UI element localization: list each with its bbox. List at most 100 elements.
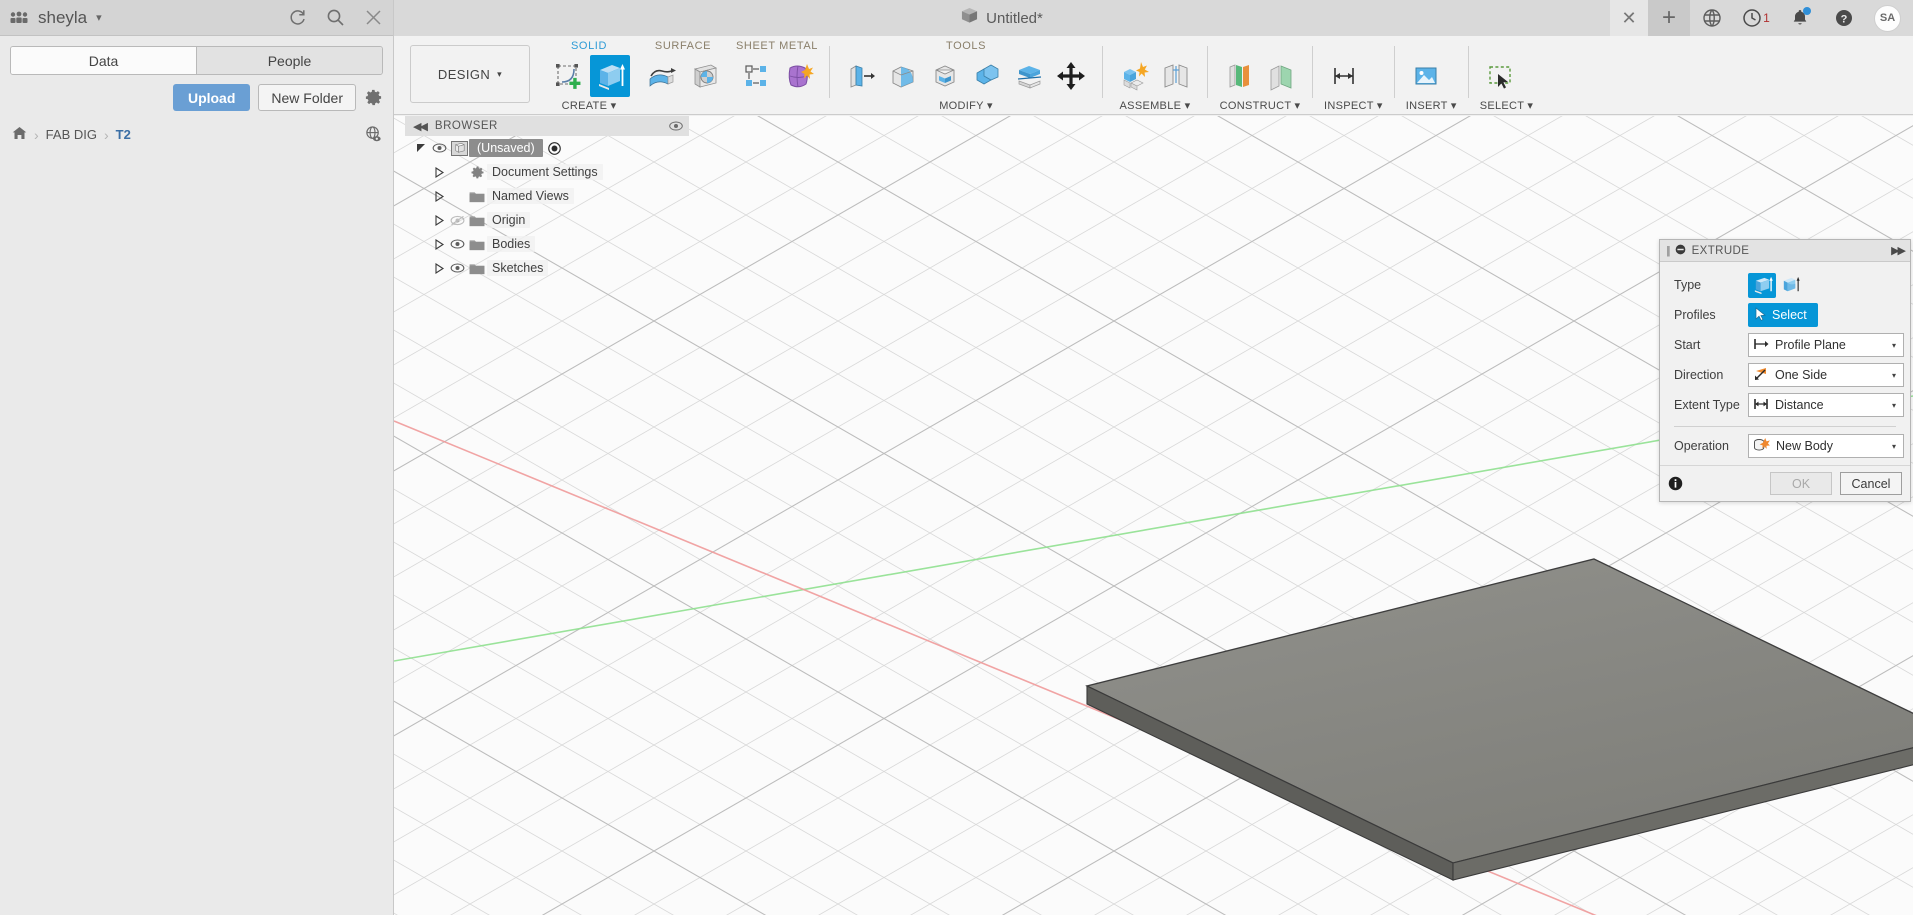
tree-item-document-settings[interactable]: Document Settings [405, 160, 695, 184]
expand-arrow-icon[interactable] [413, 143, 429, 154]
double-chevron-right-icon[interactable]: ▶▶ [1891, 244, 1904, 257]
close-icon[interactable] [363, 8, 383, 28]
plane-angle-icon[interactable] [1261, 55, 1301, 97]
visibility-eye-icon[interactable] [447, 239, 467, 249]
tree-label-origin[interactable]: Origin [487, 212, 530, 228]
create-sketch-icon[interactable] [548, 55, 588, 97]
close-tab-button[interactable]: ✕ [1610, 0, 1648, 36]
move-copy-icon[interactable] [1051, 55, 1091, 97]
insert-image-icon[interactable] [1406, 55, 1446, 97]
visibility-eye-off-icon[interactable] [447, 215, 467, 226]
assemble-dropdown-label[interactable]: ASSEMBLE ▾ [1114, 98, 1196, 114]
ribbon-tab-solid[interactable]: SOLID [548, 38, 630, 54]
breadcrumb-item-t2[interactable]: T2 [116, 127, 131, 142]
refresh-icon[interactable] [287, 8, 307, 28]
document-tab[interactable]: Untitled* [394, 0, 1610, 36]
new-folder-button[interactable]: New Folder [258, 84, 356, 111]
chevron-down-icon[interactable]: ▾ [1892, 371, 1899, 380]
operation-dropdown[interactable]: New Body ▾ [1748, 434, 1904, 458]
inspect-dropdown-label[interactable]: INSPECT ▾ [1324, 98, 1383, 114]
notifications-icon[interactable] [1778, 0, 1822, 36]
tree-item-bodies[interactable]: Bodies [405, 232, 695, 256]
sweep-icon[interactable] [684, 55, 724, 97]
combine-icon[interactable] [967, 55, 1007, 97]
chevron-down-icon[interactable]: ▾ [96, 11, 102, 24]
breadcrumb-item-fab-dig[interactable]: FAB DIG [46, 127, 97, 142]
chevron-down-icon[interactable]: ▾ [1892, 341, 1899, 350]
press-pull-icon[interactable] [841, 55, 881, 97]
ribbon-tab-tools[interactable]: TOOLS [841, 38, 1091, 54]
user-name[interactable]: sheyla [38, 8, 87, 28]
visibility-eye-icon[interactable] [429, 143, 449, 153]
double-chevron-left-icon[interactable]: ◀◀ [413, 120, 426, 133]
globe-eye-icon[interactable] [364, 125, 383, 144]
tab-people[interactable]: People [197, 47, 382, 74]
create-dropdown-label[interactable]: CREATE ▾ [548, 98, 630, 114]
split-body-icon[interactable] [1009, 55, 1049, 97]
extrude-dialog-header[interactable]: ||| EXTRUDE ▶▶ [1660, 240, 1910, 262]
direction-dropdown[interactable]: One Side ▾ [1748, 363, 1904, 387]
tab-data[interactable]: Data [11, 47, 197, 74]
help-icon[interactable]: ? [1822, 0, 1866, 36]
modify-dropdown-label[interactable]: MODIFY ▾ [841, 98, 1091, 114]
pattern-icon[interactable] [736, 55, 776, 97]
shell-icon[interactable] [925, 55, 965, 97]
tree-label-sketches[interactable]: Sketches [487, 260, 548, 276]
collapsed-arrow-icon[interactable] [431, 239, 447, 250]
extent-type-dropdown[interactable]: Distance ▾ [1748, 393, 1904, 417]
tree-label-bodies[interactable]: Bodies [487, 236, 535, 252]
collapsed-arrow-icon[interactable] [431, 191, 447, 202]
joint-icon[interactable] [1156, 55, 1196, 97]
measure-icon[interactable] [1324, 55, 1364, 97]
tree-label-named-views[interactable]: Named Views [487, 188, 574, 204]
tree-item-unsaved[interactable]: (Unsaved) [405, 136, 695, 160]
start-dropdown[interactable]: Profile Plane ▾ [1748, 333, 1904, 357]
select-dropdown-label[interactable]: SELECT ▾ [1480, 98, 1534, 114]
extrude-icon[interactable] [590, 55, 630, 97]
home-icon[interactable] [12, 126, 27, 143]
avatar[interactable]: SA [1874, 5, 1901, 32]
construct-dropdown-label[interactable]: CONSTRUCT ▾ [1219, 98, 1301, 114]
new-component-icon[interactable] [1114, 55, 1154, 97]
upload-button[interactable]: Upload [173, 84, 250, 111]
extrude-label-extent-type: Extent Type [1666, 398, 1748, 412]
tree-item-named-views[interactable]: Named Views [405, 184, 695, 208]
ribbon-tab-surface[interactable]: SURFACE [642, 38, 724, 54]
chevron-down-icon[interactable]: ▾ [1892, 442, 1899, 451]
insert-dropdown-label[interactable]: INSERT ▾ [1406, 98, 1457, 114]
ribbon-tab-sheet-metal[interactable]: SHEET METAL [736, 38, 818, 54]
workspace-switcher[interactable]: DESIGN ▾ [410, 45, 530, 103]
tree-item-sketches[interactable]: Sketches [405, 256, 695, 280]
chevron-down-icon[interactable]: ▾ [1892, 401, 1899, 410]
fillet-icon[interactable] [883, 55, 923, 97]
offset-plane-icon[interactable] [1219, 55, 1259, 97]
form-icon[interactable] [778, 55, 818, 97]
extrude-taper-type-icon[interactable] [1776, 273, 1804, 298]
sheet-metal-group-label [736, 98, 818, 114]
search-icon[interactable] [325, 8, 345, 28]
select-group-title [1480, 38, 1534, 54]
gear-icon[interactable] [364, 88, 383, 107]
info-icon[interactable] [1668, 476, 1683, 491]
tree-item-origin[interactable]: Origin [405, 208, 695, 232]
extrude-label-start: Start [1666, 338, 1748, 352]
profiles-select-button[interactable]: Select [1748, 303, 1818, 327]
collapsed-arrow-icon[interactable] [431, 167, 447, 178]
minus-circle-icon[interactable] [1675, 244, 1686, 258]
new-tab-button[interactable]: + [1648, 0, 1690, 36]
collapsed-arrow-icon[interactable] [431, 263, 447, 274]
tree-label-unsaved[interactable]: (Unsaved) [469, 139, 543, 157]
extrude-profile-type-icon[interactable] [1748, 273, 1776, 298]
select-window-icon[interactable] [1480, 55, 1520, 97]
collapsed-arrow-icon[interactable] [431, 215, 447, 226]
drag-grip-icon[interactable]: ||| [1666, 245, 1669, 257]
tree-label-document-settings[interactable]: Document Settings [487, 164, 603, 180]
globe-icon[interactable] [1690, 0, 1734, 36]
ok-button[interactable]: OK [1770, 472, 1832, 495]
job-status-icon[interactable]: 1 [1734, 0, 1778, 36]
revolve-icon[interactable] [642, 55, 682, 97]
active-component-radio[interactable] [548, 142, 561, 155]
cancel-button[interactable]: Cancel [1840, 472, 1902, 495]
eye-icon[interactable] [669, 121, 683, 131]
visibility-eye-icon[interactable] [447, 263, 467, 273]
